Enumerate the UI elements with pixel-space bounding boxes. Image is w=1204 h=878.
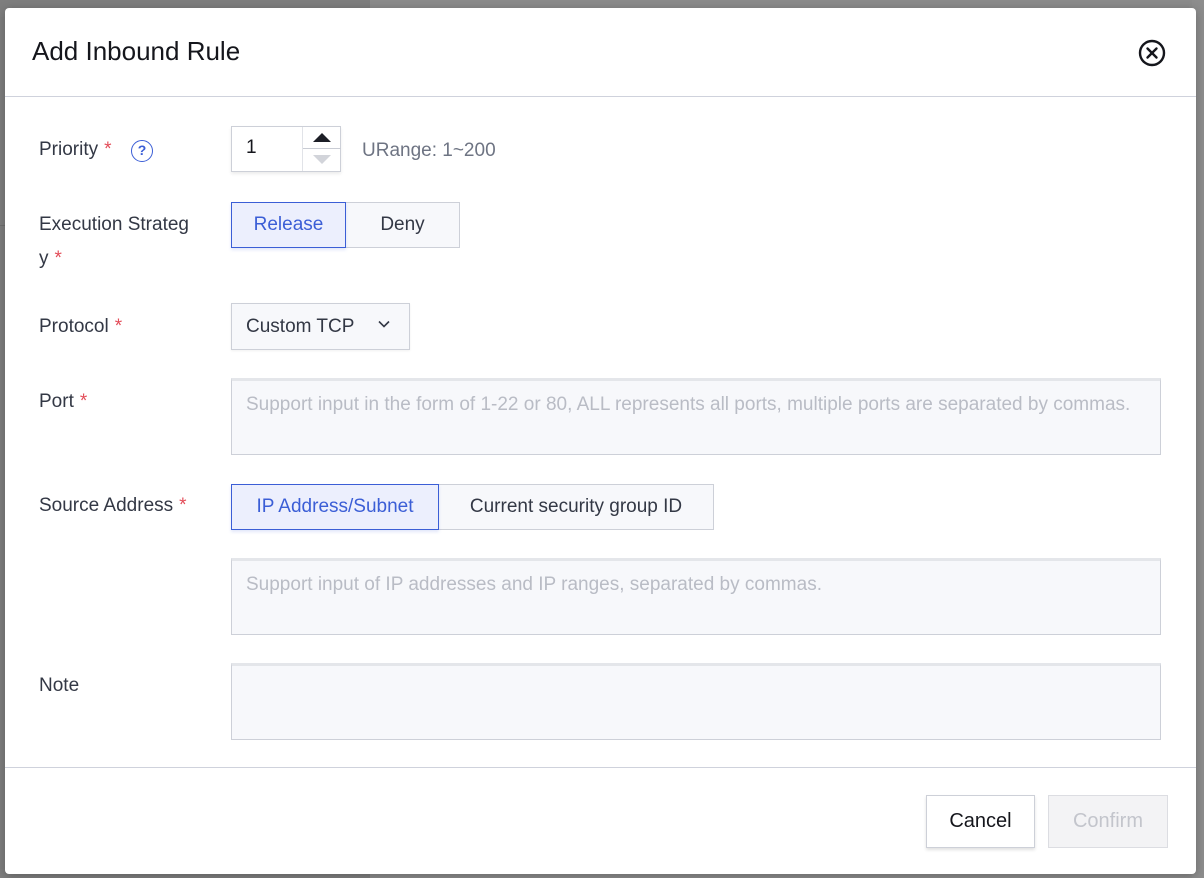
- protocol-label: Protocol *: [39, 310, 122, 344]
- source-address-input[interactable]: Support input of IP addresses and IP ran…: [231, 558, 1161, 635]
- protocol-selected-value: Custom TCP: [246, 316, 355, 337]
- port-label-text: Port: [39, 391, 74, 412]
- stepper-buttons: [302, 127, 341, 171]
- required-mark: *: [114, 316, 123, 337]
- dialog-title: Add Inbound Rule: [32, 36, 241, 66]
- caret-down-icon: [313, 155, 331, 164]
- note-input[interactable]: [231, 663, 1161, 740]
- footer-divider: [5, 767, 1196, 768]
- required-mark: *: [104, 139, 112, 160]
- close-button[interactable]: [1138, 39, 1166, 67]
- cancel-button[interactable]: Cancel: [926, 795, 1035, 848]
- decrement-button[interactable]: [303, 149, 341, 171]
- question-circle-icon[interactable]: ?: [131, 140, 153, 162]
- source-address-label: Source Address *: [39, 489, 187, 523]
- strategy-deny-button[interactable]: Deny: [345, 202, 460, 248]
- chevron-down-icon: [378, 320, 390, 328]
- dialog-header: Add Inbound Rule: [5, 8, 1196, 97]
- priority-value[interactable]: 1: [246, 137, 257, 159]
- source-ip-subnet-button[interactable]: IP Address/Subnet: [231, 484, 439, 530]
- close-circle-icon: [1138, 39, 1166, 67]
- execution-strategy-label: Execution Strateg: [39, 208, 189, 242]
- priority-stepper[interactable]: 1: [231, 126, 341, 172]
- strategy-release-button[interactable]: Release: [231, 202, 346, 248]
- execution-strategy-label-cont: y *: [39, 242, 62, 276]
- port-label: Port *: [39, 385, 87, 419]
- add-inbound-rule-dialog: Add Inbound Rule Priority * ? 1 URange: 1…: [5, 8, 1196, 874]
- required-mark: *: [79, 391, 88, 412]
- required-mark: *: [54, 248, 62, 269]
- required-mark: *: [179, 495, 187, 516]
- protocol-label-text: Protocol: [39, 316, 109, 337]
- execution-strategy-label-line2: y: [39, 248, 49, 269]
- priority-label: Priority *: [39, 133, 112, 167]
- priority-label-text: Priority: [39, 139, 99, 160]
- note-label: Note: [39, 669, 79, 703]
- protocol-select[interactable]: Custom TCP: [231, 303, 410, 350]
- execution-strategy-label-line1: Execution Strateg: [39, 214, 189, 235]
- source-address-label-text: Source Address: [39, 495, 174, 516]
- increment-button[interactable]: [303, 127, 341, 149]
- confirm-button[interactable]: Confirm: [1048, 795, 1168, 848]
- priority-range-hint: URange: 1~200: [362, 140, 496, 161]
- source-security-group-button[interactable]: Current security group ID: [438, 484, 714, 530]
- source-address-placeholder: Support input of IP addresses and IP ran…: [246, 574, 822, 595]
- port-placeholder: Support input in the form of 1-22 or 80,…: [246, 394, 1131, 415]
- port-input[interactable]: Support input in the form of 1-22 or 80,…: [231, 378, 1161, 455]
- caret-up-icon: [313, 133, 331, 142]
- note-label-text: Note: [39, 675, 80, 696]
